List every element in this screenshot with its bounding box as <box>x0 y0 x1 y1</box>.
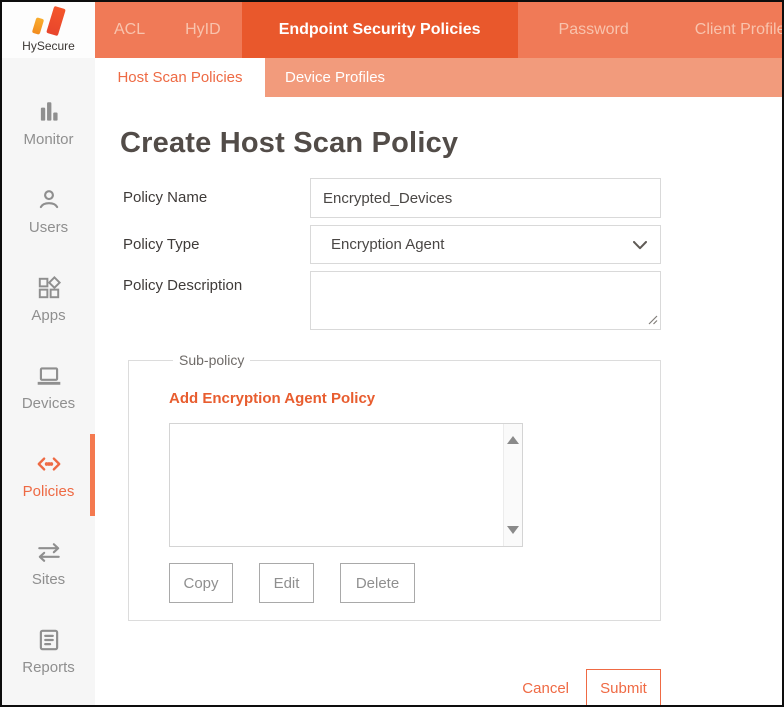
delete-button[interactable]: Delete <box>340 563 415 603</box>
app-window: HySecure Monitor Users Apps Devices Poli… <box>0 0 784 707</box>
policy-description-row: Policy Description <box>123 271 782 330</box>
sidebar-item-sites[interactable]: Sites <box>2 519 95 607</box>
report-document-icon <box>39 629 58 650</box>
nav-tab-label: ACL <box>114 21 146 38</box>
sidebar-item-label: Users <box>28 218 69 236</box>
chevron-down-icon <box>633 241 647 250</box>
sub-policy-fieldset: Sub-policy Add Encryption Agent Policy C… <box>128 352 661 621</box>
brand-logo-icon <box>24 5 74 39</box>
submit-button[interactable]: Submit <box>586 669 661 705</box>
sidebar-item-policies[interactable]: Policies <box>2 431 95 519</box>
sub-tab-bar: Host Scan Policies Device Profiles <box>95 58 782 97</box>
brand-name: HySecure <box>22 39 75 53</box>
nav-tab-acl[interactable]: ACL <box>95 2 164 58</box>
apps-grid-icon <box>38 275 61 298</box>
left-column: HySecure Monitor Users Apps Devices Poli… <box>2 2 95 705</box>
top-navigation: ACL HyID Endpoint Security Policies Pass… <box>95 2 782 58</box>
brand-logo[interactable]: HySecure <box>2 2 95 58</box>
policy-type-selected-value: Encryption Agent <box>331 236 445 253</box>
sub-policy-buttons: Copy Edit Delete <box>169 563 660 603</box>
nav-tab-label: HyID <box>185 21 221 38</box>
policy-name-label: Policy Name <box>123 189 208 206</box>
policy-description-label: Policy Description <box>123 277 243 294</box>
logo-yellow-stroke <box>31 17 44 35</box>
subtab-label: Device Profiles <box>285 69 386 86</box>
sidebar-item-label: Monitor <box>23 130 74 148</box>
edit-button[interactable]: Edit <box>259 563 314 603</box>
nav-tab-label: Endpoint Security Policies <box>278 21 481 38</box>
main-content: Create Host Scan Policy Policy Name Poli… <box>95 97 782 705</box>
sidebar: Monitor Users Apps Devices Policies Site… <box>2 58 95 705</box>
scroll-up-icon[interactable] <box>507 436 519 444</box>
nav-tab-hyid[interactable]: HyID <box>164 2 242 58</box>
user-icon <box>39 189 58 208</box>
nav-tab-label: Client Profiles <box>694 21 782 38</box>
scroll-down-icon[interactable] <box>507 526 519 534</box>
host-scan-policy-form: Policy Name Policy Type Encryption Agent… <box>123 178 782 330</box>
nav-tab-label: Password <box>558 21 629 38</box>
policy-name-row: Policy Name <box>123 178 782 218</box>
code-angle-brackets-icon <box>37 456 60 471</box>
sidebar-item-label: Devices <box>21 394 76 412</box>
add-encryption-agent-policy-link[interactable]: Add Encryption Agent Policy <box>169 390 375 407</box>
sidebar-item-reports[interactable]: Reports <box>2 607 95 695</box>
sidebar-item-label: Reports <box>22 658 75 676</box>
page-title: Create Host Scan Policy <box>120 127 459 159</box>
sidebar-item-devices[interactable]: Devices <box>2 343 95 431</box>
subtab-label: Host Scan Policies <box>117 69 243 86</box>
nav-tab-client-profiles[interactable]: Client Profiles <box>670 2 782 58</box>
sidebar-item-users[interactable]: Users <box>2 167 95 255</box>
swap-arrows-icon <box>37 542 60 562</box>
copy-button[interactable]: Copy <box>169 563 233 603</box>
sidebar-item-label: Apps <box>31 306 66 324</box>
logo-orange-stroke <box>45 5 66 37</box>
resize-handle-icon[interactable] <box>648 315 658 325</box>
cancel-link[interactable]: Cancel <box>522 680 569 697</box>
policy-description-wrap <box>310 271 661 330</box>
sidebar-item-monitor[interactable]: Monitor <box>2 79 95 167</box>
nav-tab-password[interactable]: Password <box>518 2 670 58</box>
policy-description-textarea[interactable] <box>310 271 661 330</box>
policy-name-input[interactable] <box>310 178 661 218</box>
form-actions: Cancel Submit <box>95 669 661 705</box>
policy-type-row: Policy Type Encryption Agent <box>123 225 782 264</box>
sub-policy-listbox[interactable] <box>169 423 523 547</box>
bar-chart-icon <box>40 101 58 121</box>
sidebar-item-label: Sites <box>31 570 66 588</box>
policy-type-label: Policy Type <box>123 236 200 253</box>
sidebar-item-label: Policies <box>22 482 75 500</box>
sub-policy-legend: Sub-policy <box>179 352 245 368</box>
right-column: ACL HyID Endpoint Security Policies Pass… <box>95 2 782 705</box>
nav-tab-endpoint-security-policies[interactable]: Endpoint Security Policies <box>241 2 518 58</box>
policy-type-select[interactable]: Encryption Agent <box>310 225 661 264</box>
sidebar-item-apps[interactable]: Apps <box>2 255 95 343</box>
subtab-device-profiles[interactable]: Device Profiles <box>265 58 420 97</box>
listbox-scrollbar[interactable] <box>503 424 522 546</box>
laptop-icon <box>37 366 60 385</box>
subtab-host-scan-policies[interactable]: Host Scan Policies <box>95 58 265 97</box>
